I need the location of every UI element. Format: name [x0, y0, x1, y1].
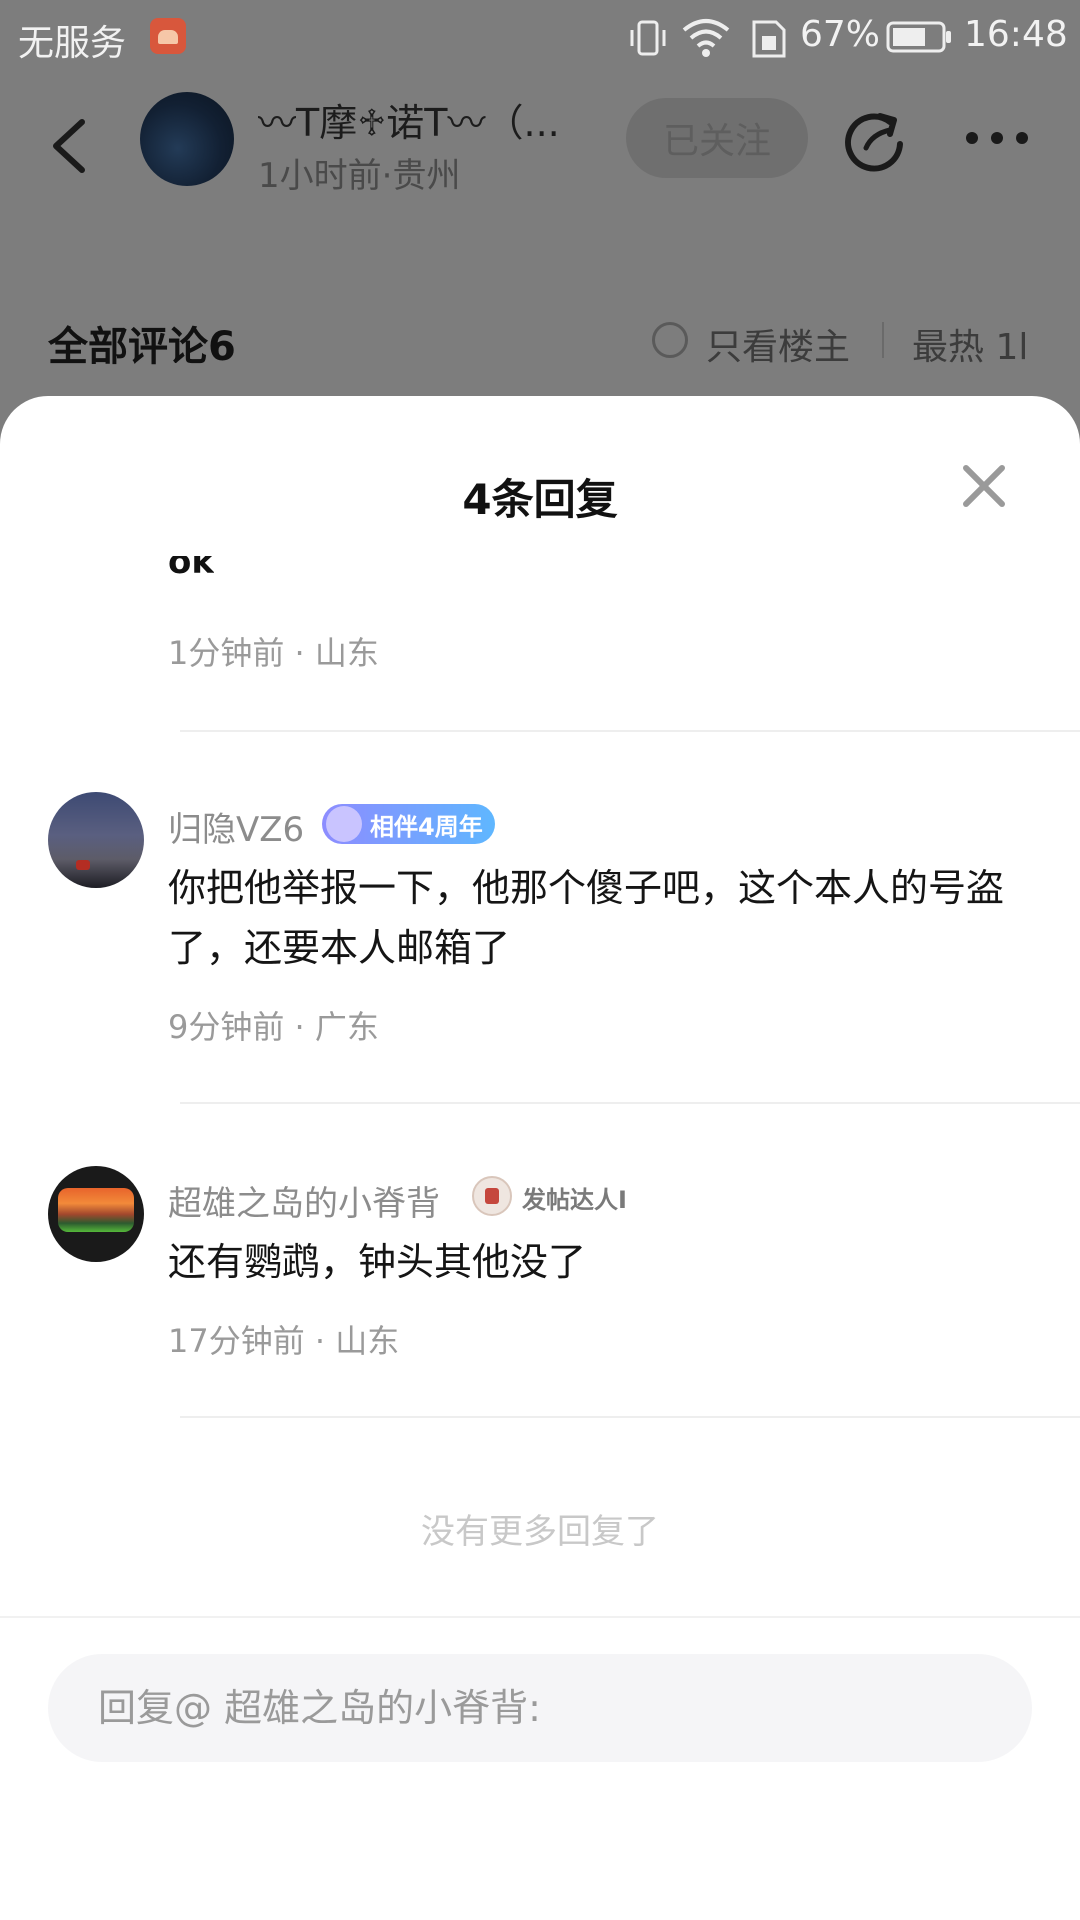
follow-button[interactable]: 已关注	[626, 98, 808, 178]
only-op-label[interactable]: 只看楼主	[706, 318, 850, 370]
author-avatar[interactable]	[140, 92, 234, 186]
reply-input[interactable]	[48, 1654, 1032, 1762]
reply-content: 还有鹦鹉，钟头其他没了	[168, 1240, 587, 1284]
divider	[0, 1616, 1080, 1618]
more-options-icon[interactable]	[962, 128, 1032, 148]
avatar[interactable]	[48, 792, 144, 888]
poster-badge-label: 发帖达人I	[522, 1186, 627, 1214]
divider	[180, 1416, 1080, 1418]
reply-content: ok	[168, 556, 214, 582]
poster-badge-icon	[472, 1176, 512, 1216]
back-arrow-icon[interactable]	[44, 114, 96, 178]
anniversary-badge-label: 相伴4周年	[370, 812, 483, 841]
divider	[882, 322, 884, 358]
author-meta: 1小时前·贵州	[258, 156, 461, 196]
reply-meta: 17分钟前 · 山东	[168, 1322, 400, 1360]
anniversary-badge: 相伴4周年	[322, 804, 495, 844]
reply-meta: 9分钟前 · 广东	[168, 1008, 379, 1046]
author-name[interactable]: 〰T摩♱诺T〰（...	[258, 92, 560, 147]
avatar[interactable]	[48, 1166, 144, 1262]
close-icon[interactable]	[960, 462, 1008, 510]
reply-meta: 1分钟前 · 山东	[168, 634, 379, 672]
divider	[180, 1102, 1080, 1104]
share-icon[interactable]	[844, 108, 908, 172]
clock: 16:48	[964, 14, 1068, 55]
carrier-label: 无服务	[18, 23, 127, 64]
page: 无服务 67% 16:48 〰T摩♱诺T〰（... 1小时前·贵州 已关注 全部…	[0, 0, 1080, 1920]
post-header: 〰T摩♱诺T〰（... 1小时前·贵州 已关注	[0, 76, 1080, 256]
sort-dropdown[interactable]: 最热 1l	[912, 318, 1028, 370]
reply-username[interactable]: 超雄之岛的小脊背	[168, 1176, 440, 1225]
comments-bar: 全部评论6 只看楼主 最热 1l	[0, 300, 1080, 380]
vibrate-icon	[630, 20, 666, 56]
sheet-title: 4条回复	[462, 475, 618, 524]
only-op-radio[interactable]	[652, 322, 688, 358]
anniversary-badge-icon	[326, 806, 362, 842]
sim-icon	[752, 20, 786, 58]
status-bar: 无服务 67% 16:48	[0, 0, 1080, 76]
app-notification-icon	[150, 18, 186, 54]
wifi-icon	[682, 19, 730, 57]
battery-icon	[886, 21, 951, 53]
divider	[180, 730, 1080, 732]
no-more-replies-label: 没有更多回复了	[421, 1512, 659, 1552]
reply-username[interactable]: 归隐VZ6	[168, 802, 304, 851]
comments-title: 全部评论6	[48, 324, 236, 370]
replies-sheet: 4条回复 ok 1分钟前 · 山东 归隐VZ6 相伴4周年 你把他举报一下，他那…	[0, 396, 1080, 1920]
battery-percent: 67%	[800, 14, 881, 55]
reply-content: 你把他举报一下，他那个傻子吧，这个本人的号盗了，还要本人邮箱了	[168, 866, 1005, 970]
